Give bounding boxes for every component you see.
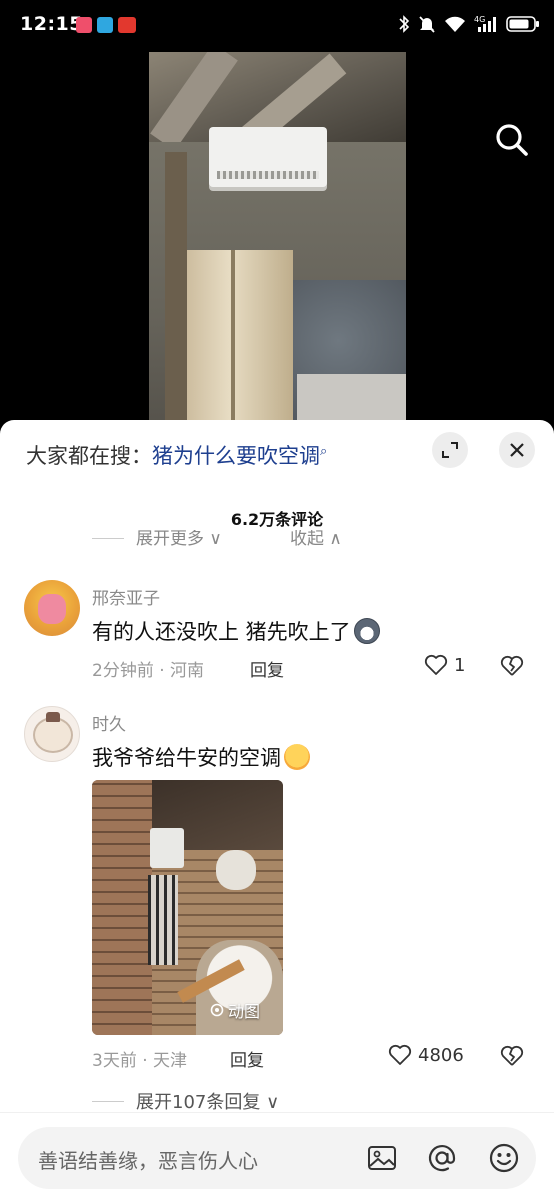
trending-prefix: 大家都在搜： <box>26 444 152 468</box>
comment-input-bar: 善语结善缘，恶言伤人心 <box>0 1112 554 1200</box>
comment-text: 我爷爷给牛安的空调 <box>92 742 310 772</box>
avatar-hat <box>46 712 60 722</box>
video-ac-vent <box>217 171 319 179</box>
broken-heart-icon <box>500 1045 524 1066</box>
wifi-icon <box>445 16 465 32</box>
signal-4g-icon: 4G <box>474 15 496 32</box>
gif-badge-label: 动图 <box>228 1002 261 1021</box>
reply-button[interactable]: 回复 <box>230 1046 264 1071</box>
image-brick-wall <box>92 780 152 1035</box>
image-icon <box>368 1146 396 1170</box>
fold-controls: 展开更多 ∨ 收起 ∧ <box>0 530 554 552</box>
expand-icon <box>442 442 458 458</box>
collapse-button[interactable]: 收起 ∧ <box>290 530 342 549</box>
chevron-down-icon: ∨ <box>209 530 222 549</box>
image-window <box>148 875 178 965</box>
at-mention-icon <box>428 1145 456 1172</box>
bluetooth-icon <box>399 15 410 33</box>
emoji-button[interactable] <box>488 1142 520 1178</box>
heart-icon <box>424 654 448 675</box>
battery-icon <box>506 16 539 32</box>
chevron-up-icon: ∧ <box>329 530 342 549</box>
comment-text: 有的人还没吹上 猪先吹上了 <box>92 616 380 646</box>
comment-count: 6.2万条评论 <box>230 510 324 529</box>
comment-author[interactable]: 邢奈亚子 <box>92 584 160 609</box>
expand-more-button[interactable]: 展开更多 ∨ <box>136 530 222 549</box>
video-player[interactable] <box>0 52 554 432</box>
search-icon <box>496 124 528 156</box>
expand-sheet-button[interactable] <box>432 432 468 468</box>
avatar-hair <box>33 717 73 753</box>
dislike-button[interactable] <box>500 655 524 681</box>
expand-replies-label: 展开107条回复 <box>136 1092 261 1113</box>
collapse-label: 收起 <box>290 530 324 549</box>
notification-icons <box>76 17 136 33</box>
expand-replies-button[interactable]: 展开107条回复 ∨ <box>0 1088 554 1114</box>
like-count: 4806 <box>418 1044 464 1066</box>
comment-text-content: 有的人还没吹上 猪先吹上了 <box>92 620 351 644</box>
mention-button[interactable] <box>426 1142 458 1178</box>
search-button[interactable] <box>492 120 532 160</box>
image-button[interactable] <box>366 1142 398 1178</box>
trending-search-icon: ⌕ <box>320 444 328 459</box>
avatar[interactable] <box>24 580 80 636</box>
system-icons: 4G <box>398 14 540 34</box>
comment-author[interactable]: 时久 <box>92 710 126 735</box>
status-bar: 12:15 4G <box>0 0 554 52</box>
video-air-conditioner <box>209 127 327 187</box>
close-icon <box>510 443 524 457</box>
avatar-face <box>38 594 66 624</box>
emoji-icon <box>489 1143 519 1173</box>
reply-button[interactable]: 回复 <box>250 656 284 681</box>
status-time: 12:15 <box>20 13 83 35</box>
like-button[interactable]: 1 <box>424 654 465 676</box>
image-air-conditioner <box>150 828 184 868</box>
chevron-down-icon: ∨ <box>266 1092 280 1113</box>
broken-heart-icon <box>500 655 524 676</box>
comment-input-placeholder: 善语结善缘，恶言伤人心 <box>38 1149 258 1173</box>
divider <box>92 1101 124 1102</box>
gif-badge: 动图 <box>210 998 260 1022</box>
dislike-button[interactable] <box>500 1045 524 1071</box>
comment-text-content: 我爷爷给牛安的空调 <box>92 746 281 770</box>
avatar[interactable] <box>24 706 80 762</box>
like-count: 1 <box>454 654 466 676</box>
video-door-split <box>231 250 235 432</box>
comment-gif-image[interactable]: 动图 <box>92 780 283 1035</box>
divider <box>92 538 124 539</box>
app-notification-icon <box>76 17 92 33</box>
comment-input[interactable]: 善语结善缘，恶言伤人心 <box>18 1127 536 1189</box>
heart-icon <box>388 1044 412 1065</box>
close-sheet-button[interactable] <box>499 432 535 468</box>
video-wooden-post <box>165 152 187 432</box>
husky-emoji-icon <box>353 618 380 644</box>
video-frame[interactable] <box>149 52 406 432</box>
hugging-face-emoji-icon <box>284 744 310 770</box>
svg-text:4G: 4G <box>474 15 485 24</box>
expand-more-label: 展开更多 <box>136 530 204 549</box>
video-doorway <box>187 250 293 432</box>
news-app-icon <box>118 17 136 33</box>
gif-icon <box>210 1003 224 1017</box>
trending-keyword[interactable]: 猪为什么要吹空调 <box>152 444 320 468</box>
telegram-icon <box>97 17 113 33</box>
comment-meta: 3天前 · 天津 <box>92 1051 188 1071</box>
comment-meta: 2分钟前 · 河南 <box>92 661 205 681</box>
mute-icon <box>419 16 435 33</box>
like-button[interactable]: 4806 <box>388 1044 464 1066</box>
trending-search[interactable]: 大家都在搜：猪为什么要吹空调⌕ <box>26 440 327 470</box>
image-bag <box>216 850 256 890</box>
comments-sheet: 大家都在搜：猪为什么要吹空调⌕ 6.2万条评论 展开更多 ∨ 收起 ∧ 邢奈亚子… <box>0 420 554 1200</box>
